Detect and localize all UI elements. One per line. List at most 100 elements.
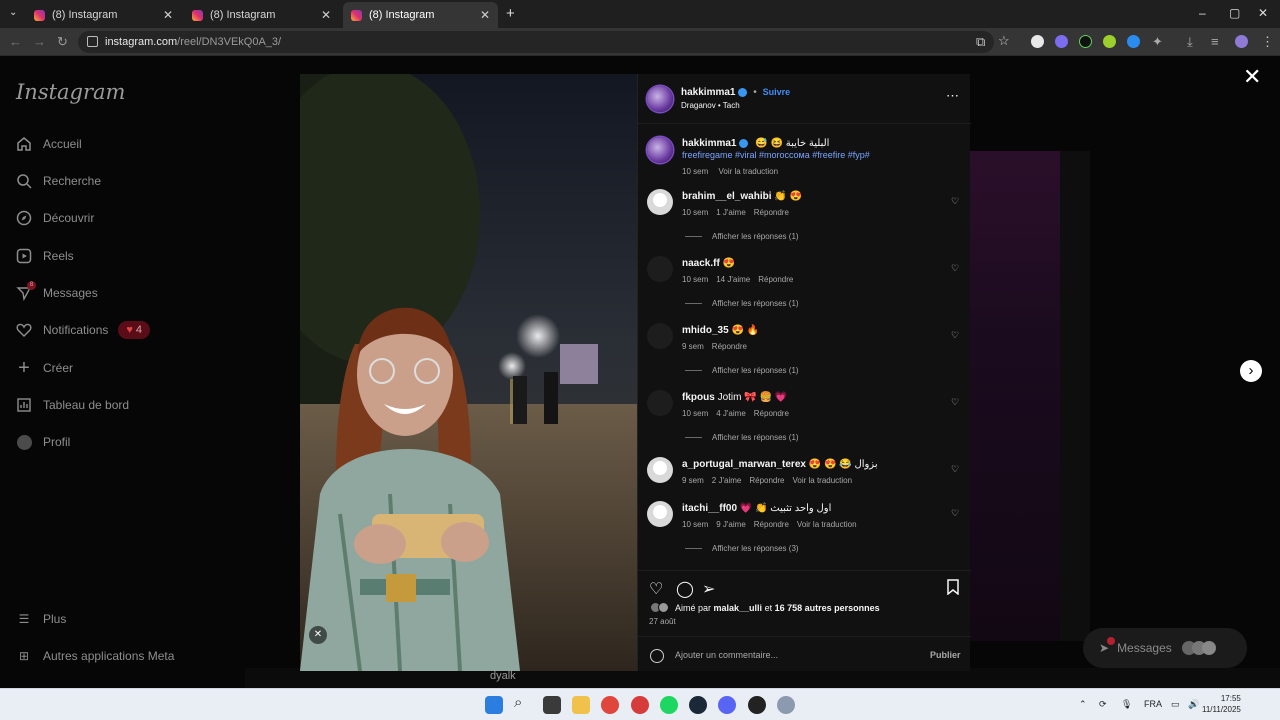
sidebar-item-search[interactable]: Recherche xyxy=(15,169,101,193)
new-tab-button[interactable]: + xyxy=(506,5,515,22)
comment-like-heart-icon[interactable]: ♡ xyxy=(951,508,959,519)
view-replies-link[interactable]: Afficher les réponses (3) xyxy=(685,544,799,553)
commenter-username[interactable]: brahim__el_wahibi xyxy=(682,191,771,202)
forward-icon[interactable]: → xyxy=(33,34,46,49)
commenter-username[interactable]: a_portugal_marwan_terex xyxy=(682,459,806,470)
likes-others[interactable]: 16 758 autres personnes xyxy=(775,603,880,613)
file-explorer-icon[interactable] xyxy=(572,696,590,714)
comment-likes[interactable]: 14 J'aime xyxy=(716,275,750,284)
browser-tab-2[interactable]: (8) Instagram ✕ xyxy=(184,2,339,28)
sidebar-item-more[interactable]: ☰ Plus xyxy=(15,607,67,631)
follow-button[interactable]: Suivre xyxy=(763,87,791,97)
commenter-username[interactable]: itachi__ff00 xyxy=(682,503,737,514)
reply-link[interactable]: Répondre xyxy=(749,476,784,485)
close-tab-icon[interactable]: ✕ xyxy=(163,8,173,22)
taskbar-search-icon[interactable]: ⌕ xyxy=(514,694,532,712)
chrome-icon[interactable] xyxy=(601,696,619,714)
window-close-button[interactable]: ✕ xyxy=(1258,6,1268,20)
close-modal-icon[interactable]: ✕ xyxy=(1243,64,1261,90)
sidebar-item-reels[interactable]: Reels xyxy=(15,244,74,268)
settings-gear-icon[interactable] xyxy=(777,696,795,714)
comment-like-heart-icon[interactable]: ♡ xyxy=(951,464,959,475)
sidebar-item-explore[interactable]: Découvrir xyxy=(15,206,94,230)
extension-icon-1[interactable] xyxy=(1031,35,1044,48)
commenter-avatar[interactable] xyxy=(647,390,673,416)
volume-icon[interactable]: 🔊 xyxy=(1188,699,1199,710)
likes-summary[interactable]: Aimé par malak__ulli et 16 758 autres pe… xyxy=(675,603,880,613)
commenter-avatar[interactable] xyxy=(647,457,673,483)
view-replies-link[interactable]: Afficher les réponses (1) xyxy=(685,299,799,308)
extension-icon-3[interactable] xyxy=(1079,35,1092,48)
audio-track[interactable]: Draganov • Tach xyxy=(681,101,740,110)
likes-user[interactable]: malak__ulli xyxy=(714,603,763,613)
mute-toggle-icon[interactable]: ✕ xyxy=(309,626,327,644)
author-avatar[interactable] xyxy=(647,86,673,112)
commenter-avatar[interactable] xyxy=(647,256,673,282)
language-indicator[interactable]: FRA xyxy=(1144,699,1162,709)
comment-likes[interactable]: 1 J'aime xyxy=(716,208,746,217)
next-post-chevron-icon[interactable]: › xyxy=(1240,360,1262,382)
install-app-icon[interactable]: ⧉ xyxy=(976,34,985,50)
comment-likes[interactable]: 9 J'aime xyxy=(716,520,746,529)
share-send-icon[interactable]: ➢ xyxy=(702,579,715,599)
sidebar-item-create[interactable]: + Créer xyxy=(15,356,73,380)
sidebar-item-messages[interactable]: 8 Messages xyxy=(15,281,98,305)
commenter-avatar[interactable] xyxy=(647,189,673,215)
view-replies-link[interactable]: Afficher les réponses (1) xyxy=(685,232,799,241)
comment-icon[interactable]: ◯ xyxy=(676,579,694,599)
author-username[interactable]: hakkimma1 xyxy=(681,87,735,98)
minimize-button[interactable]: – xyxy=(1199,6,1206,20)
start-windows-icon[interactable] xyxy=(485,696,503,714)
see-translation-link[interactable]: Voir la traduction xyxy=(792,476,852,485)
instagram-logo[interactable]: Instagram xyxy=(16,80,125,104)
browser-tab-3-active[interactable]: (8) Instagram ✕ xyxy=(343,2,498,28)
close-tab-icon[interactable]: ✕ xyxy=(321,8,331,22)
comment-input[interactable]: Ajouter un commentaire... xyxy=(675,650,778,660)
view-replies-link[interactable]: Afficher les réponses (1) xyxy=(685,433,799,442)
microphone-icon[interactable]: 🎙 xyxy=(1121,699,1132,710)
commenter-avatar[interactable] xyxy=(647,323,673,349)
commenter-avatar[interactable] xyxy=(647,501,673,527)
reload-icon[interactable]: ↻ xyxy=(57,34,68,50)
site-info-icon[interactable] xyxy=(87,36,98,47)
reel-video[interactable] xyxy=(300,74,637,671)
download-icon[interactable]: ⤓ xyxy=(1187,34,1193,50)
reply-link[interactable]: Répondre xyxy=(758,275,793,284)
commenter-username[interactable]: fkpous xyxy=(682,392,715,403)
comment-like-heart-icon[interactable]: ♡ xyxy=(951,330,959,341)
tray-sync-icon[interactable]: ⟳ xyxy=(1099,699,1107,710)
extensions-puzzle-icon[interactable]: ✦ xyxy=(1152,34,1163,50)
tray-chevron-up-icon[interactable]: ⌃ xyxy=(1079,699,1087,710)
system-clock[interactable]: 17:55 11/11/2025 xyxy=(1202,693,1241,715)
caption-username[interactable]: hakkimma1 xyxy=(682,138,736,149)
comment-like-heart-icon[interactable]: ♡ xyxy=(951,263,959,274)
back-icon[interactable]: ← xyxy=(9,34,22,49)
save-bookmark-icon[interactable] xyxy=(946,579,960,600)
reading-list-icon[interactable]: ≡ xyxy=(1211,34,1219,49)
bookmark-star-icon[interactable]: ☆ xyxy=(998,33,1010,49)
reply-link[interactable]: Répondre xyxy=(754,409,789,418)
sidebar-item-dashboard[interactable]: Tableau de bord xyxy=(15,393,129,417)
browser-menu-icon[interactable]: ⋮ xyxy=(1261,34,1274,50)
sidebar-item-meta-apps[interactable]: ⊞ Autres applications Meta xyxy=(15,644,174,668)
sidebar-item-home[interactable]: Accueil xyxy=(15,132,82,156)
emoji-icon[interactable] xyxy=(650,649,664,663)
messages-floating-button[interactable]: ➤ Messages xyxy=(1083,628,1247,668)
discord-icon[interactable] xyxy=(718,696,736,714)
view-replies-link[interactable]: Afficher les réponses (1) xyxy=(685,366,799,375)
sidebar-item-profile[interactable]: Profil xyxy=(15,430,70,454)
app-icon-red[interactable] xyxy=(631,696,649,714)
comment-like-heart-icon[interactable]: ♡ xyxy=(951,397,959,408)
caption-hashtags[interactable]: freefiregame #viral #moroccoмa #freefire… xyxy=(682,150,870,160)
maximize-button[interactable]: ▢ xyxy=(1229,6,1240,20)
reply-link[interactable]: Répondre xyxy=(712,342,747,351)
display-icon[interactable]: ▭ xyxy=(1171,699,1180,710)
profile-avatar-icon[interactable] xyxy=(1235,35,1248,48)
steam-icon[interactable] xyxy=(689,696,707,714)
extension-icon-5[interactable] xyxy=(1127,35,1140,48)
comment-likes[interactable]: 2 J'aime xyxy=(712,476,742,485)
extension-icon-2[interactable] xyxy=(1055,35,1068,48)
publish-button[interactable]: Publier xyxy=(930,650,961,660)
like-heart-icon[interactable]: ♡ xyxy=(649,579,663,599)
close-tab-icon[interactable]: ✕ xyxy=(480,8,490,22)
